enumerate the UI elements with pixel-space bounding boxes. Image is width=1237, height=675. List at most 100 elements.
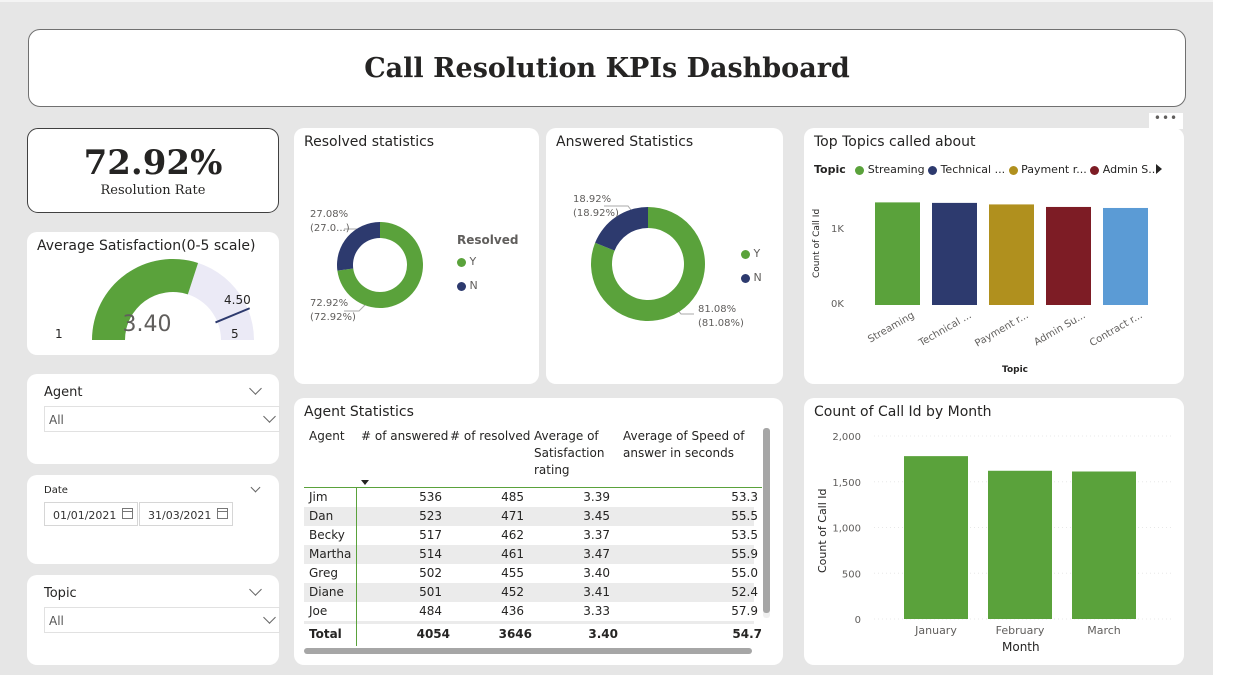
vertical-scrollbar-track[interactable] (763, 428, 770, 618)
number-cell: 52.4 (731, 585, 758, 599)
total-answered: 4054 (416, 627, 450, 641)
legend-label: N (469, 279, 478, 292)
end-date-input[interactable]: 31/03/2021 (139, 502, 233, 526)
bar-2[interactable] (989, 204, 1034, 305)
table-row[interactable]: Greg 502 455 3.40 55.0 (304, 564, 758, 583)
chevron-down-icon[interactable] (250, 482, 261, 493)
number-cell: 484 (419, 604, 442, 618)
calendar-icon[interactable] (217, 508, 228, 519)
topic-slicer-label: Topic (44, 586, 77, 601)
x-tick-label: Payment r... (973, 310, 1030, 349)
legend-item-y[interactable]: Y (741, 247, 760, 260)
more-options-icon[interactable]: ••• (1149, 112, 1183, 129)
gauge-value: 3.40 (122, 312, 172, 337)
number-cell: 462 (501, 528, 524, 542)
y-tick-label: 1,000 (832, 524, 861, 535)
column-header-speed[interactable]: Average of Speed of answer in seconds (623, 428, 748, 462)
table-row[interactable]: Becky 517 462 3.37 53.5 (304, 526, 758, 545)
date-slicer[interactable]: Date 01/01/2021 31/03/2021 (27, 475, 279, 564)
resolved-y-percent: 72.92% (310, 298, 349, 309)
y-tick-label: 1,500 (832, 478, 861, 489)
number-cell: 471 (501, 509, 524, 523)
number-cell: 436 (501, 604, 524, 618)
legend-item-y[interactable]: Y (457, 255, 476, 268)
resolved-statistics-card[interactable]: Resolved statistics 27.08% (27.0...) 72.… (294, 128, 539, 384)
topic-dropdown[interactable]: All (44, 607, 280, 633)
topics-x-axis-label: Topic (1002, 365, 1028, 375)
bar-1[interactable] (932, 202, 977, 305)
bar-1[interactable] (988, 470, 1052, 619)
count-by-month-card[interactable]: Count of Call Id by Month Count of Call … (804, 398, 1184, 665)
sort-desc-icon[interactable] (361, 480, 369, 485)
number-cell: 536 (419, 490, 442, 504)
column-header-answered[interactable]: # of answered (361, 428, 448, 445)
column-header-satisfaction[interactable]: Average of Satisfaction rating (534, 428, 609, 479)
answered-n-percent-paren: (18.92%) (573, 208, 619, 219)
gauge-min: 1 (55, 327, 63, 341)
column-header-agent[interactable]: Agent (309, 428, 345, 445)
number-cell: 3.39 (583, 490, 610, 504)
vertical-scrollbar-thumb[interactable] (763, 428, 770, 613)
agent-dropdown-value: All (49, 413, 64, 427)
bar-0[interactable] (904, 456, 968, 619)
topic-slicer[interactable]: Topic All (27, 575, 280, 665)
top-topics-card[interactable]: Top Topics called about Topic Streaming … (804, 128, 1184, 384)
resolved-y-percent-paren: (72.92%) (310, 312, 356, 323)
kpi-label: Resolution Rate (100, 183, 206, 198)
number-cell: 57.9 (731, 604, 758, 618)
x-tick-label: Streaming (866, 310, 916, 345)
legend-item-n[interactable]: N (457, 279, 478, 292)
calendar-icon[interactable] (122, 508, 133, 519)
number-cell: 452 (501, 585, 524, 599)
column-divider (356, 488, 357, 646)
start-date-input[interactable]: 01/01/2021 (44, 502, 138, 526)
number-cell: 501 (419, 585, 442, 599)
agent-slicer-label: Agent (44, 385, 83, 400)
legend-item-n[interactable]: N (741, 271, 762, 284)
column-header-resolved[interactable]: # of resolved (450, 428, 530, 445)
table-row[interactable]: Diane 501 452 3.41 52.4 (304, 583, 758, 602)
number-cell: 461 (501, 547, 524, 561)
legend-dot (741, 273, 750, 283)
bar-3[interactable] (1046, 206, 1091, 305)
resolved-n-percent: 27.08% (310, 209, 349, 220)
bar-2[interactable] (1072, 471, 1136, 619)
start-date-value: 01/01/2021 (53, 509, 117, 522)
satisfaction-gauge-card[interactable]: Average Satisfaction(0-5 scale) 3.40 1 5… (27, 232, 279, 355)
legend-label: Y (469, 255, 477, 268)
resolution-rate-card[interactable]: 72.92% Resolution Rate (27, 128, 279, 213)
kpi-value: 72.92% (83, 143, 223, 183)
resolved-n-data-label: 27.08% (27.0...) (310, 208, 350, 236)
topic-dropdown-value: All (49, 614, 64, 628)
bar-4[interactable] (1103, 207, 1148, 305)
number-cell: 502 (419, 566, 442, 580)
table-row[interactable]: Martha 514 461 3.47 55.9 (304, 545, 758, 564)
agent-statistics-card[interactable]: Agent Statistics Agent # of answered # o… (294, 398, 783, 665)
agent-dropdown[interactable]: All (44, 406, 280, 432)
top-border (0, 0, 1213, 2)
y-tick-label: 2,000 (832, 432, 861, 443)
number-cell: 3.40 (583, 566, 610, 580)
answered-n-percent: 18.92% (573, 194, 612, 205)
answered-y-data-label: 81.08% (81.08%) (698, 303, 744, 331)
horizontal-scrollbar-thumb[interactable] (304, 648, 752, 654)
table-row[interactable]: Dan 523 471 3.45 55.5 (304, 507, 758, 526)
bar-0[interactable] (875, 202, 920, 305)
report-canvas: Call Resolution KPIs Dashboard 72.92% Re… (0, 0, 1213, 675)
number-cell: 3.37 (583, 528, 610, 542)
answered-y-percent: 81.08% (698, 304, 737, 315)
x-tick-label: Technical ... (916, 310, 973, 349)
table-row[interactable]: Jim 536 485 3.39 53.3 (304, 488, 758, 507)
legend-label: Y (753, 247, 761, 260)
month-x-axis-label: Month (1002, 640, 1040, 654)
table-body[interactable]: Jim 536 485 3.39 53.3 Dan 523 471 3.45 55.5 Becky 5… (294, 488, 783, 624)
resolved-legend-title: Resolved (457, 233, 519, 247)
answered-statistics-card[interactable]: Answered Statistics 18.92% (18.92%) 81.0… (546, 128, 783, 384)
total-satisfaction: 3.40 (588, 627, 618, 641)
x-tick-label: Contract r... (1088, 310, 1145, 349)
agent-slicer[interactable]: Agent All (27, 374, 280, 464)
chevron-down-icon[interactable] (249, 382, 262, 395)
table-row[interactable]: Joe 484 436 3.33 57.9 (304, 602, 758, 621)
chevron-down-icon[interactable] (249, 583, 262, 596)
agent-name-cell: Martha (309, 547, 352, 561)
